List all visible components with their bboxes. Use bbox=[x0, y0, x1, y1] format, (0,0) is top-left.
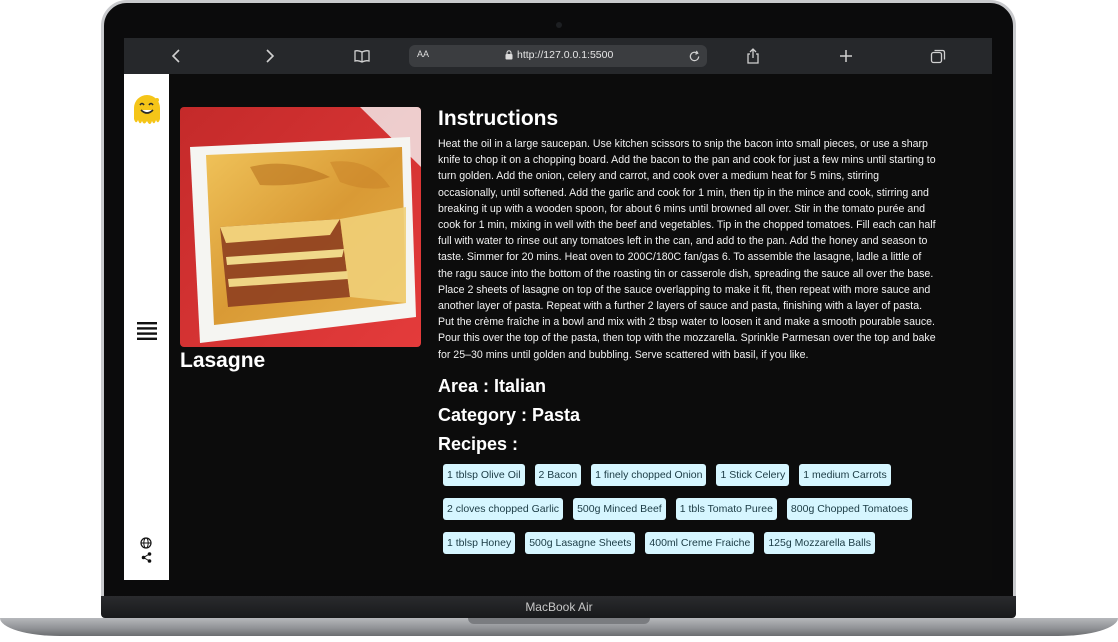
ingredient-tag[interactable]: 1 finely chopped Onion bbox=[591, 463, 707, 486]
category-label: Category : bbox=[438, 404, 533, 425]
laptop-notch bbox=[468, 618, 650, 624]
url-text: http://127.0.0.1:5500 bbox=[517, 49, 614, 61]
ingredient-tag[interactable]: 800g Chopped Tomatoes bbox=[786, 497, 913, 520]
tabs-icon bbox=[930, 49, 946, 64]
meal-title: Lasagne bbox=[180, 349, 266, 372]
lock-icon bbox=[505, 50, 513, 60]
back-icon bbox=[171, 49, 180, 63]
sidebar bbox=[124, 74, 169, 580]
language-button[interactable] bbox=[140, 534, 152, 549]
reader-icon bbox=[354, 50, 370, 63]
share-icon bbox=[747, 48, 759, 64]
laptop-base: MacBook Air bbox=[0, 596, 1118, 642]
ingredient-tag[interactable]: 1 tblsp Honey bbox=[443, 531, 516, 554]
ingredient-tag[interactable]: 125g Mozzarella Balls bbox=[764, 531, 876, 554]
ingredient-tag[interactable]: 1 tbls Tomato Puree bbox=[675, 497, 777, 520]
ingredient-tag[interactable]: 1 Stick Celery bbox=[716, 463, 790, 486]
ingredient-tag[interactable]: 1 medium Carrots bbox=[799, 463, 891, 486]
forward-button[interactable] bbox=[251, 38, 287, 74]
address-bar[interactable]: AA http://127.0.0.1:5500 bbox=[409, 45, 707, 67]
ingredient-tag[interactable]: 1 tblsp Olive Oil bbox=[443, 463, 525, 486]
ingredient-tag[interactable]: 400ml Creme Fraiche bbox=[645, 531, 755, 554]
share-nodes-icon bbox=[141, 552, 152, 563]
area-value: Italian bbox=[494, 375, 547, 396]
instructions-heading: Instructions bbox=[438, 107, 559, 130]
ingredient-tag[interactable]: 500g Minced Beef bbox=[573, 497, 666, 520]
meal-photo bbox=[180, 107, 421, 347]
ingredient-tag[interactable]: 2 Bacon bbox=[534, 463, 582, 486]
meal-details: Instructions Heat the oil in a large sau… bbox=[438, 106, 938, 554]
text-size-button[interactable]: AA bbox=[417, 49, 429, 59]
reader-button[interactable] bbox=[344, 38, 380, 74]
area-line: Area : Italian bbox=[438, 372, 938, 401]
back-button[interactable] bbox=[159, 38, 195, 74]
camera bbox=[556, 22, 562, 28]
menu-button[interactable] bbox=[136, 321, 158, 341]
forward-icon bbox=[266, 49, 275, 63]
address-text-group: http://127.0.0.1:5500 bbox=[505, 49, 613, 61]
ingredient-tag[interactable]: 2 cloves chopped Garlic bbox=[443, 497, 564, 520]
logo[interactable] bbox=[131, 92, 163, 128]
reload-button[interactable] bbox=[685, 47, 703, 65]
browser-toolbar: AA http://127.0.0.1:5500 bbox=[124, 38, 992, 74]
share-link-button[interactable] bbox=[141, 548, 152, 563]
new-tab-icon bbox=[840, 50, 852, 62]
ingredient-tag[interactable]: 500g Lasagne Sheets bbox=[525, 531, 636, 554]
new-tab-button[interactable] bbox=[828, 38, 864, 74]
laptop-model-label: MacBook Air bbox=[525, 600, 593, 614]
logo-icon bbox=[134, 95, 160, 124]
menu-icon bbox=[137, 322, 157, 340]
recipes-heading: Recipes : bbox=[438, 433, 519, 454]
ingredient-list: 1 tblsp Olive Oil 2 Bacon 1 finely chopp… bbox=[438, 463, 933, 554]
reload-icon bbox=[689, 50, 699, 61]
instructions-text: Heat the oil in a large saucepan. Use ki… bbox=[438, 138, 936, 361]
area-label: Area : bbox=[438, 375, 495, 396]
tabs-overview-button[interactable] bbox=[920, 38, 956, 74]
browser-screen: AA http://127.0.0.1:5500 Lasagne Instruc… bbox=[124, 38, 992, 580]
category-value: Pasta bbox=[532, 404, 581, 425]
web-page: Lasagne Instructions Heat the oil in a l… bbox=[124, 74, 992, 580]
category-line: Category : Pasta bbox=[438, 401, 938, 430]
share-button[interactable] bbox=[735, 38, 771, 74]
